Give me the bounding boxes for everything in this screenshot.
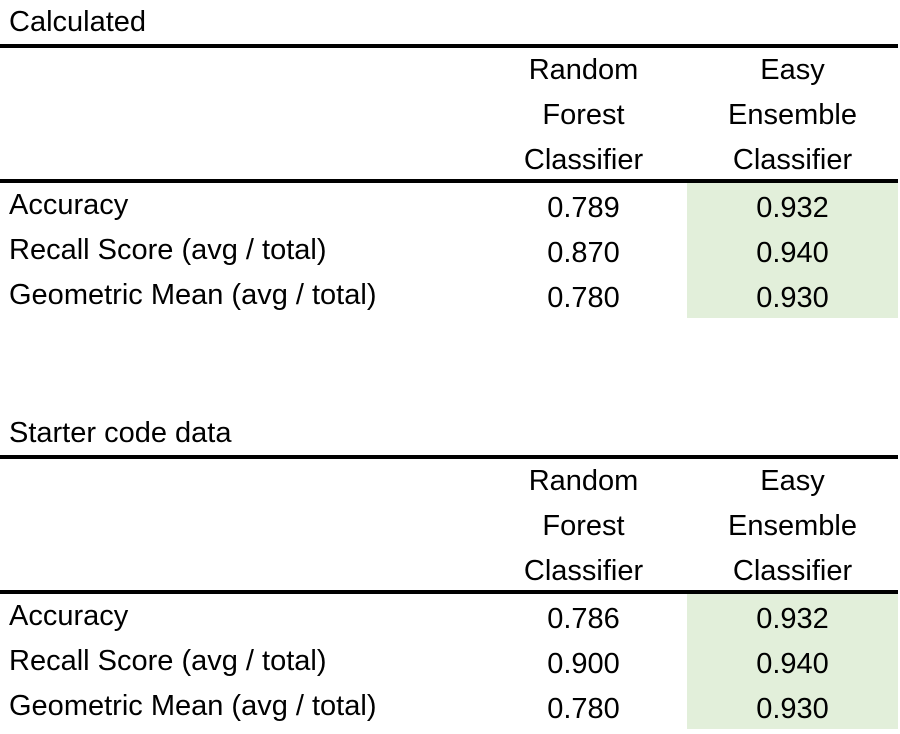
column-header-line: Easy: [760, 465, 825, 497]
column-header-line: Ensemble: [728, 99, 857, 131]
random-forest-value: 0.780: [547, 282, 620, 314]
table-title: Starter code data: [9, 417, 232, 449]
column-header-random-forest: Random Forest Classifier: [480, 459, 687, 591]
easy-ensemble-value: 0.932: [687, 183, 898, 228]
table-row: Recall Score (avg / total) 0.900 0.940: [0, 639, 898, 684]
column-header-line: Ensemble: [728, 510, 857, 542]
table-row: Accuracy 0.789 0.932: [0, 183, 898, 228]
row-label: Geometric Mean (avg / total): [9, 279, 377, 311]
row-label: Accuracy: [9, 600, 129, 632]
easy-ensemble-value: 0.930: [687, 273, 898, 318]
row-label: Recall Score (avg / total): [9, 234, 327, 266]
random-forest-value: 0.870: [547, 237, 620, 269]
column-header-random-forest: Random Forest Classifier: [480, 48, 687, 180]
column-header-line: Classifier: [523, 555, 644, 587]
random-forest-value: 0.786: [547, 603, 620, 635]
column-header-easy-ensemble: Easy Ensemble Classifier: [687, 459, 898, 591]
row-label: Accuracy: [9, 189, 129, 221]
table-row: Accuracy 0.786 0.932: [0, 594, 898, 639]
easy-ensemble-value: 0.932: [687, 594, 898, 639]
column-header-line: Classifier: [732, 555, 853, 587]
table-row: Geometric Mean (avg / total) 0.780 0.930: [0, 273, 898, 318]
table-row: Recall Score (avg / total) 0.870 0.940: [0, 228, 898, 273]
column-header-line: Classifier: [523, 144, 644, 176]
column-header-line: Easy: [760, 54, 825, 86]
row-label: Recall Score (avg / total): [9, 645, 327, 677]
easy-ensemble-value: 0.940: [687, 639, 898, 684]
easy-ensemble-value: 0.940: [687, 228, 898, 273]
random-forest-value: 0.780: [547, 693, 620, 725]
column-header-line: Random: [528, 465, 639, 497]
easy-ensemble-value: 0.930: [687, 684, 898, 729]
column-header-line: Forest: [542, 99, 625, 131]
column-header-line: Random: [528, 54, 639, 86]
table-title: Calculated: [9, 6, 147, 38]
row-label: Geometric Mean (avg / total): [9, 690, 377, 722]
random-forest-value: 0.900: [547, 648, 620, 680]
table-row: Geometric Mean (avg / total) 0.780 0.930: [0, 684, 898, 729]
column-header-line: Classifier: [732, 144, 853, 176]
random-forest-value: 0.789: [547, 192, 620, 224]
column-header-easy-ensemble: Easy Ensemble Classifier: [687, 48, 898, 180]
column-header-line: Forest: [542, 510, 625, 542]
